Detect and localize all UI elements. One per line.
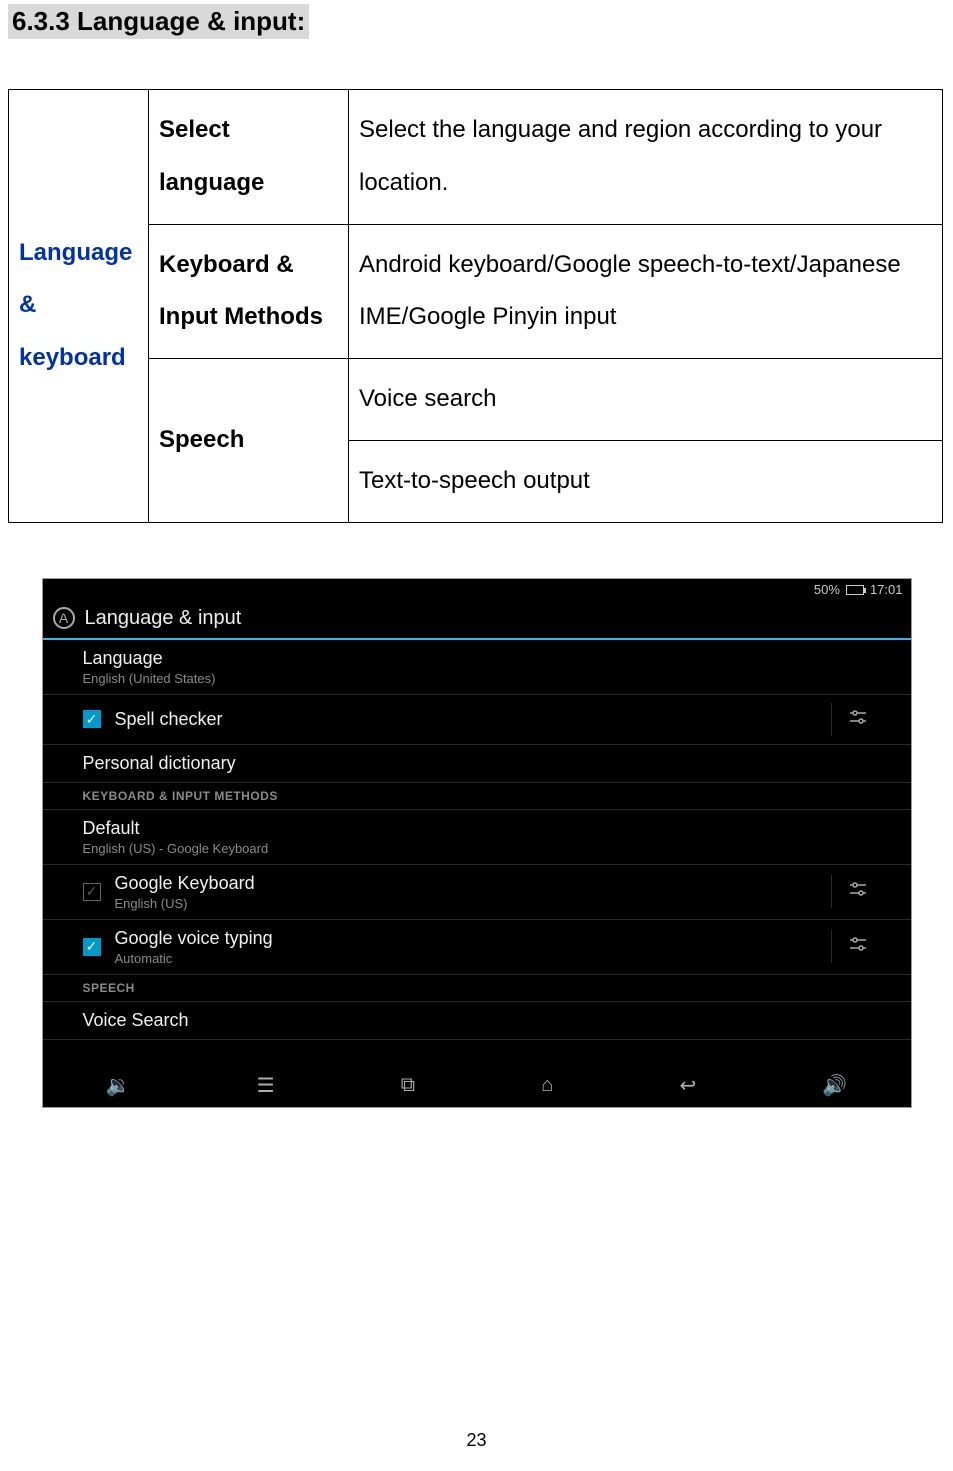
item-secondary: English (United States) xyxy=(83,671,871,686)
item-secondary: English (US) xyxy=(115,896,831,911)
settings-slider-icon[interactable] xyxy=(831,875,871,908)
page-number: 23 xyxy=(0,1430,953,1451)
setting-cell-keyboard-input: Keyboard & Input Methods xyxy=(149,224,349,359)
section-heading: 6.3.3 Language & input: xyxy=(8,4,309,39)
app-icon: A xyxy=(53,607,75,629)
list-item-voice-search[interactable]: Voice Search xyxy=(43,1002,911,1040)
volume-down-icon[interactable]: 🔉 xyxy=(106,1073,131,1098)
settings-slider-icon[interactable] xyxy=(831,930,871,963)
clock: 17:01 xyxy=(870,582,903,597)
checkbox-icon[interactable]: ✓ xyxy=(83,710,101,728)
item-secondary: English (US) - Google Keyboard xyxy=(83,841,871,856)
section-label-speech: SPEECH xyxy=(43,975,911,1002)
checkbox-icon[interactable]: ✓ xyxy=(83,938,101,956)
checkbox-icon[interactable]: ✓ xyxy=(83,883,101,901)
desc-cell-select-language: Select the language and region according… xyxy=(349,90,943,225)
list-item-personal-dictionary[interactable]: Personal dictionary xyxy=(43,745,911,783)
home-icon[interactable]: ⌂ xyxy=(541,1074,553,1097)
item-primary: Spell checker xyxy=(115,709,831,730)
item-secondary: Automatic xyxy=(115,951,831,966)
category-cell: Language & keyboard xyxy=(9,90,149,523)
list-item-spell-checker[interactable]: ✓ Spell checker xyxy=(43,695,911,745)
item-primary: Voice Search xyxy=(83,1010,871,1031)
list-item-language[interactable]: Language English (United States) xyxy=(43,640,911,695)
battery-icon xyxy=(846,585,864,595)
item-primary: Google Keyboard xyxy=(115,873,831,894)
setting-cell-select-language: Select language xyxy=(149,90,349,225)
section-label-keyboard: KEYBOARD & INPUT METHODS xyxy=(43,783,911,810)
recents-icon[interactable]: ⧉ xyxy=(401,1074,415,1097)
feature-table: Language & keyboard Select language Sele… xyxy=(8,89,943,523)
list-item-google-voice-typing[interactable]: ✓ Google voice typing Automatic xyxy=(43,920,911,975)
navigation-bar: 🔉 ☰ ⧉ ⌂ ↩ 🔊 xyxy=(43,1065,911,1107)
volume-up-icon[interactable]: 🔊 xyxy=(822,1073,847,1098)
list-item-default[interactable]: Default English (US) - Google Keyboard xyxy=(43,810,911,865)
desc-cell-keyboard-input: Android keyboard/Google speech-to-text/J… xyxy=(349,224,943,359)
desc-cell-tts: Text-to-speech output xyxy=(349,440,943,522)
desc-cell-voice-search: Voice search xyxy=(349,359,943,441)
title-bar: A Language & input xyxy=(43,601,911,640)
item-primary: Personal dictionary xyxy=(83,753,871,774)
item-primary: Google voice typing xyxy=(115,928,831,949)
item-primary: Default xyxy=(83,818,871,839)
back-icon[interactable]: ↩ xyxy=(679,1073,696,1098)
list-item-google-keyboard[interactable]: ✓ Google Keyboard English (US) xyxy=(43,865,911,920)
status-bar: 50% 17:01 xyxy=(43,579,911,601)
android-screenshot: 50% 17:01 A Language & input Language En… xyxy=(42,578,912,1108)
page-title: Language & input xyxy=(85,607,242,630)
battery-text: 50% xyxy=(814,582,840,597)
menu-icon[interactable]: ☰ xyxy=(257,1073,275,1098)
settings-slider-icon[interactable] xyxy=(831,703,871,736)
settings-list: Language English (United States) ✓ Spell… xyxy=(43,640,911,1065)
item-primary: Language xyxy=(83,648,871,669)
setting-cell-speech: Speech xyxy=(149,359,349,523)
